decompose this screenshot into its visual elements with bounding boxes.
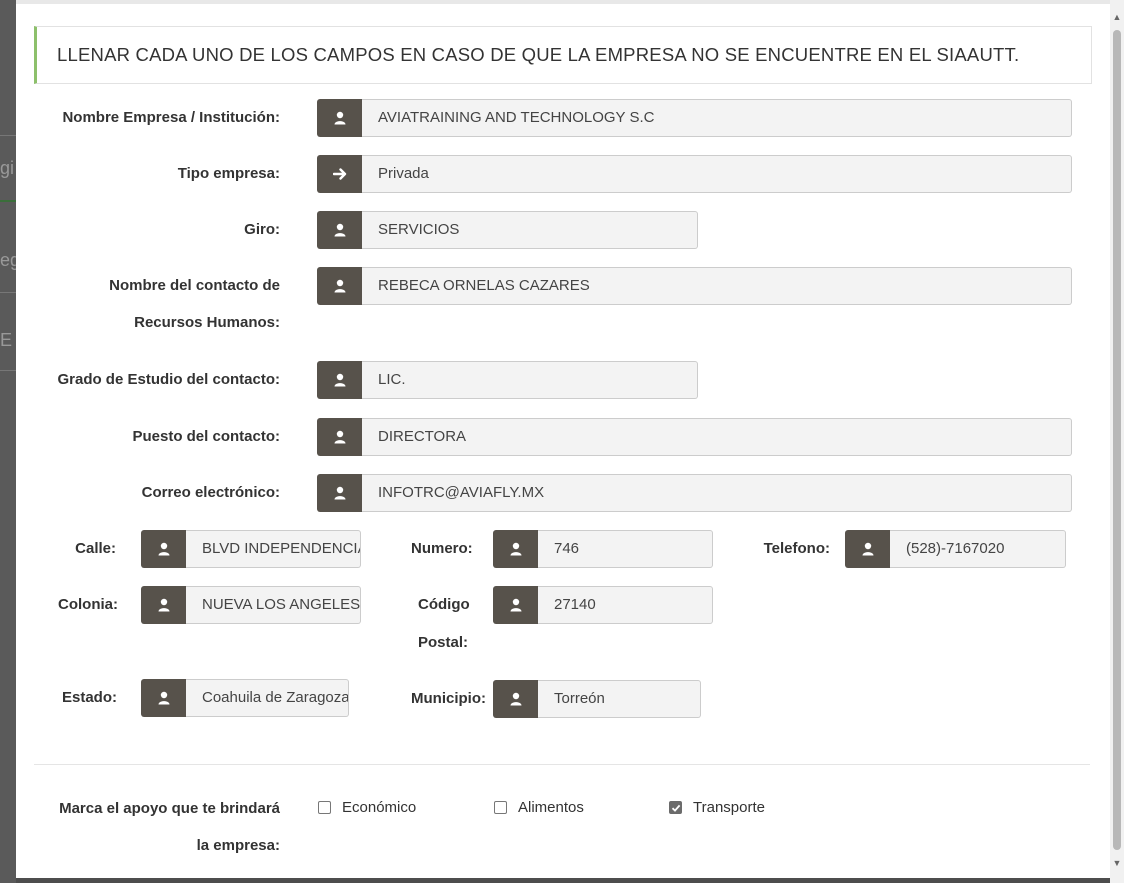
checkbox-transporte-box[interactable] [669, 801, 682, 814]
checkbox-alimentos-box[interactable] [494, 801, 507, 814]
user-icon [845, 530, 890, 568]
contacto-rh-input[interactable]: REBECA ORNELAS CAZARES [362, 267, 1072, 305]
grado-estudio-label: Grado de Estudio del contacto: [57, 371, 280, 388]
user-icon [493, 530, 538, 568]
giro-field: SERVICIOS [317, 211, 698, 249]
apoyo-label-line1: Marca el apoyo que te brindará [59, 800, 280, 817]
checkbox-alimentos-label: Alimentos [518, 799, 584, 816]
user-icon [317, 99, 362, 137]
numero-field: 746 [493, 530, 713, 568]
colonia-field: NUEVA LOS ANGELES [141, 586, 361, 624]
background-divider [0, 370, 16, 371]
estado-field: Coahuila de Zaragoza [141, 679, 349, 717]
calle-field: BLVD INDEPENDENCIA [141, 530, 361, 568]
checkbox-economico[interactable]: Económico [318, 799, 416, 816]
checkbox-transporte[interactable]: Transporte [669, 799, 765, 816]
user-icon [317, 361, 362, 399]
user-icon [141, 679, 186, 717]
user-icon [317, 474, 362, 512]
checkbox-alimentos[interactable]: Alimentos [494, 799, 584, 816]
nombre-empresa-label: Nombre Empresa / Institución: [62, 109, 280, 126]
background-page: gi eg E [0, 0, 16, 883]
estado-select[interactable]: Coahuila de Zaragoza [186, 679, 349, 717]
contacto-rh-label-line2: Recursos Humanos: [134, 314, 280, 331]
estado-label: Estado: [62, 689, 118, 706]
user-icon [141, 586, 186, 624]
user-icon [141, 530, 186, 568]
checkmark-icon [671, 804, 680, 812]
company-form-modal: LLENAR CADA UNO DE LOS CAMPOS EN CASO DE… [16, 0, 1110, 878]
calle-input[interactable]: BLVD INDEPENDENCIA [186, 530, 361, 568]
scroll-up-arrow-icon[interactable]: ▲ [1112, 12, 1122, 22]
background-text: gi [0, 158, 15, 178]
nombre-empresa-field: AVIATRAINING AND TECHNOLOGY S.C [317, 99, 1072, 137]
section-divider [34, 764, 1090, 765]
scrollbar[interactable]: ▲ ▼ [1110, 0, 1124, 883]
background-divider [0, 292, 16, 293]
telefono-input[interactable]: (528)-7167020 [890, 530, 1066, 568]
user-icon [493, 586, 538, 624]
codigo-postal-label-line1: Código [418, 596, 470, 613]
background-text: eg [0, 250, 16, 270]
background-text: E [0, 330, 13, 350]
contacto-rh-label-line1: Nombre del contacto de [109, 277, 280, 294]
numero-label: Numero: [411, 540, 473, 557]
giro-label: Giro: [244, 221, 280, 238]
tipo-empresa-select[interactable]: Privada [362, 155, 1072, 193]
user-icon [317, 267, 362, 305]
puesto-field: DIRECTORA [317, 418, 1072, 456]
scrollbar-thumb[interactable] [1113, 30, 1121, 850]
giro-input[interactable]: SERVICIOS [362, 211, 698, 249]
municipio-select[interactable]: Torreón [538, 680, 701, 718]
apoyo-label-line2: la empresa: [196, 837, 280, 854]
correo-field: INFOTRC@AVIAFLY.MX [317, 474, 1072, 512]
contacto-rh-field: REBECA ORNELAS CAZARES [317, 267, 1072, 305]
codigo-postal-label-line2: Postal: [418, 634, 469, 651]
background-divider [0, 200, 16, 202]
municipio-field: Torreón [493, 680, 701, 718]
codigo-postal-input[interactable]: 27140 [538, 586, 713, 624]
tipo-empresa-label: Tipo empresa: [177, 165, 280, 182]
calle-label: Calle: [75, 540, 116, 557]
telefono-label: Telefono: [763, 540, 830, 557]
puesto-label: Puesto del contacto: [132, 428, 280, 445]
correo-input[interactable]: INFOTRC@AVIAFLY.MX [362, 474, 1072, 512]
tipo-empresa-field: Privada [317, 155, 1072, 193]
telefono-field: (528)-7167020 [845, 530, 1066, 568]
user-icon [317, 211, 362, 249]
colonia-input[interactable]: NUEVA LOS ANGELES [186, 586, 361, 624]
notice-banner: LLENAR CADA UNO DE LOS CAMPOS EN CASO DE… [34, 26, 1092, 84]
grado-estudio-input[interactable]: LIC. [362, 361, 698, 399]
numero-input[interactable]: 746 [538, 530, 713, 568]
municipio-label: Municipio: [411, 690, 486, 707]
grado-estudio-field: LIC. [317, 361, 698, 399]
nombre-empresa-input[interactable]: AVIATRAINING AND TECHNOLOGY S.C [362, 99, 1072, 137]
correo-label: Correo electrónico: [141, 484, 280, 501]
background-divider [0, 135, 16, 136]
arrow-right-icon [317, 155, 362, 193]
user-icon [493, 680, 538, 718]
checkbox-economico-label: Económico [342, 799, 417, 816]
codigo-postal-field: 27140 [493, 586, 713, 624]
colonia-label: Colonia: [58, 596, 118, 613]
scroll-down-arrow-icon[interactable]: ▼ [1112, 858, 1122, 868]
checkbox-transporte-label: Transporte [693, 799, 765, 816]
puesto-input[interactable]: DIRECTORA [362, 418, 1072, 456]
checkbox-economico-box[interactable] [318, 801, 331, 814]
user-icon [317, 418, 362, 456]
